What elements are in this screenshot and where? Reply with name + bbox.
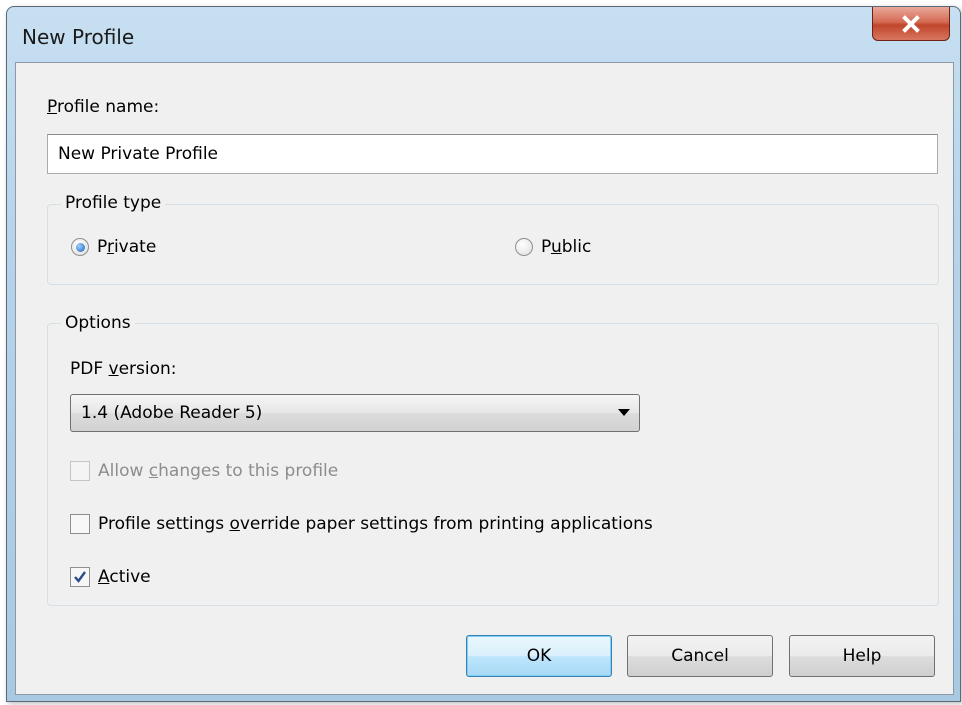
checkmark-icon xyxy=(70,567,90,587)
profile-name-input[interactable]: New Private Profile xyxy=(47,134,938,174)
close-button[interactable] xyxy=(872,7,950,41)
allow-changes-checkbox[interactable]: Allow changes to this profile xyxy=(70,461,338,481)
allow-changes-label: Allow changes to this profile xyxy=(98,461,339,481)
override-paper-settings-checkbox[interactable]: Profile settings override paper settings… xyxy=(70,514,653,534)
profile-type-group xyxy=(47,204,939,285)
close-icon xyxy=(902,14,920,33)
radio-unselected-icon xyxy=(515,238,533,256)
ok-button[interactable]: OK xyxy=(466,635,612,677)
private-radio[interactable]: Private xyxy=(71,237,156,257)
checkbox-unchecked-icon xyxy=(70,514,90,534)
dialog-client-area: Profile name: New Private Profile Profil… xyxy=(15,62,954,695)
private-radio-label: Private xyxy=(97,237,157,257)
pdf-version-value: 1.4 (Adobe Reader 5) xyxy=(81,403,263,423)
profile-type-legend: Profile type xyxy=(61,193,166,213)
radio-selected-icon xyxy=(71,238,89,256)
pdf-version-select[interactable]: 1.4 (Adobe Reader 5) xyxy=(70,394,640,432)
title-bar[interactable]: New Profile xyxy=(7,7,960,63)
override-paper-settings-label: Profile settings override paper settings… xyxy=(98,514,653,534)
window-title: New Profile xyxy=(22,25,135,49)
public-radio-label: Public xyxy=(541,237,592,257)
checkbox-unchecked-icon xyxy=(70,461,90,481)
new-profile-dialog: New Profile Profile name: New Private Pr… xyxy=(6,6,961,702)
pdf-version-label: PDF version: xyxy=(70,359,177,379)
dropdown-arrow-icon[interactable] xyxy=(618,409,630,416)
options-legend: Options xyxy=(61,313,135,333)
profile-name-label: Profile name: xyxy=(47,97,160,117)
public-radio[interactable]: Public xyxy=(515,237,591,257)
active-label: Active xyxy=(98,567,151,587)
cancel-button[interactable]: Cancel xyxy=(627,635,773,677)
help-button[interactable]: Help xyxy=(789,635,935,677)
active-checkbox[interactable]: Active xyxy=(70,567,151,587)
